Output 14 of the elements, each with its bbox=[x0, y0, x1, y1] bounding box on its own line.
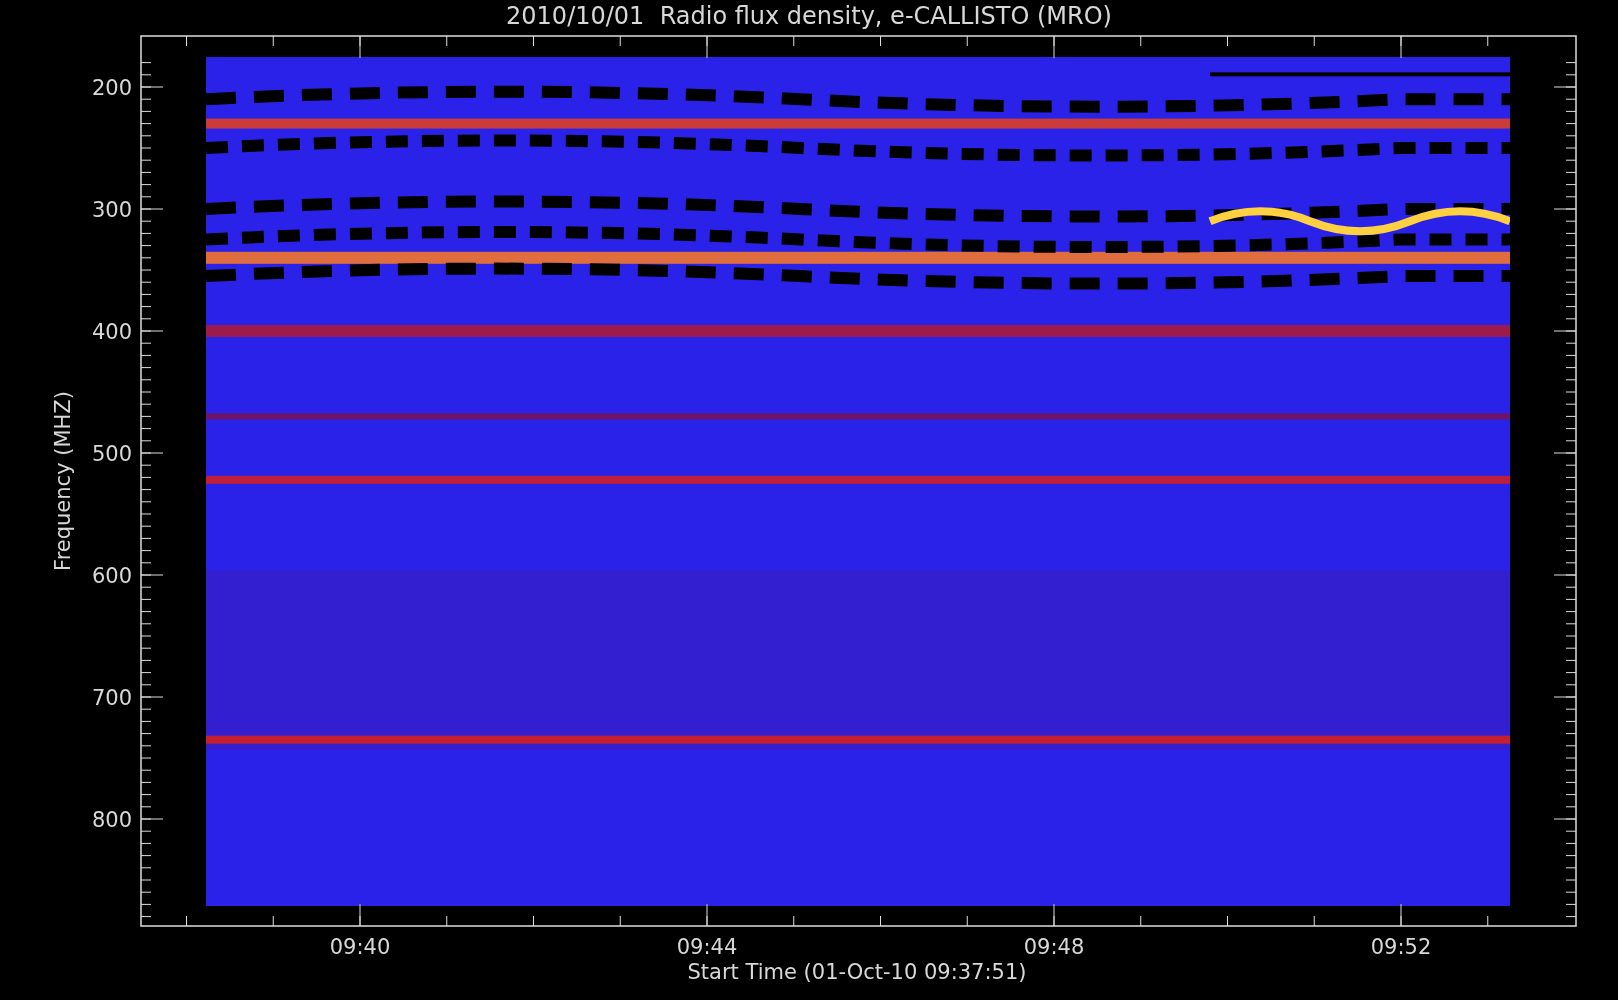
y-tick-label: 200 bbox=[91, 76, 132, 100]
y-tick-label: 500 bbox=[91, 442, 132, 466]
x-tick-label: 09:44 bbox=[676, 935, 738, 959]
y-axis-title: Frequency (MHZ) bbox=[51, 391, 75, 571]
y-tick-label: 800 bbox=[91, 808, 132, 832]
y-tick-label: 400 bbox=[91, 320, 132, 344]
y-tick-label: 700 bbox=[91, 686, 132, 710]
y-tick-label: 300 bbox=[91, 198, 132, 222]
x-axis-title: Start Time (01-Oct-10 09:37:51) bbox=[687, 960, 1027, 984]
x-tick-label: 09:40 bbox=[329, 935, 391, 959]
chart-title: 2010/10/01 Radio flux density, e-CALLISTO (MRO) bbox=[506, 2, 1112, 30]
x-tick-label: 09:48 bbox=[1023, 935, 1085, 959]
y-tick-label: 600 bbox=[91, 564, 132, 588]
x-tick-label: 09:52 bbox=[1370, 935, 1432, 959]
